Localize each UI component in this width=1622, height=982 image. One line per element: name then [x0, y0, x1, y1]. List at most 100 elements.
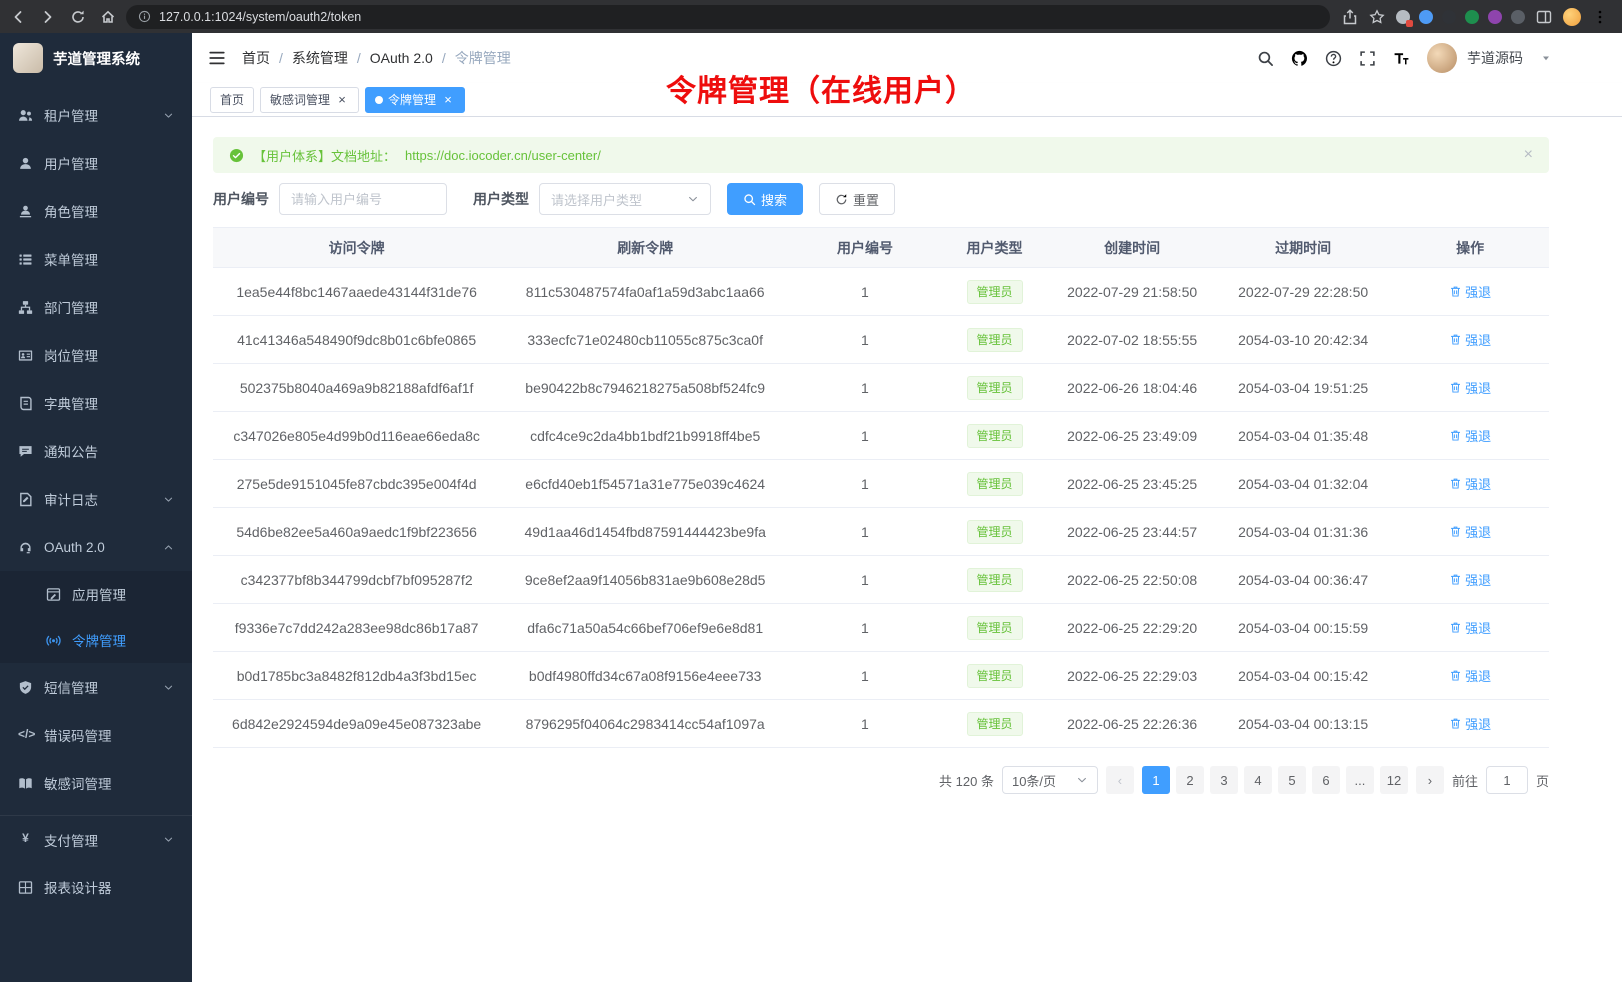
dict-icon	[18, 396, 33, 411]
user-id-input[interactable]	[279, 183, 447, 215]
user-avatar[interactable]	[1427, 43, 1457, 73]
create-time-cell: 2022-06-25 22:29:03	[1049, 652, 1215, 700]
chevron-down-icon	[163, 682, 174, 693]
sidebar-item-4[interactable]: 部门管理	[0, 283, 192, 331]
sidebar-item-7[interactable]: 通知公告	[0, 427, 192, 475]
alert-close-icon[interactable]: ×	[1524, 147, 1533, 163]
back-icon[interactable]	[10, 9, 26, 25]
sidebar-item-14[interactable]: 敏感词管理	[0, 759, 192, 807]
search-button[interactable]: 搜索	[727, 183, 803, 215]
sidebar-item-13[interactable]: </>错误码管理	[0, 711, 192, 759]
green-extension-icon[interactable]	[1465, 10, 1479, 24]
force-logout-button[interactable]: 强退	[1449, 282, 1491, 301]
browser-menu-icon[interactable]	[1592, 9, 1608, 25]
access-token-cell: 41c41346a548490f9dc8b01c6bfe0865	[213, 316, 500, 364]
sidebar-item-12[interactable]: 短信管理	[0, 663, 192, 711]
screenshot-extension-icon[interactable]	[1396, 10, 1410, 24]
tab-0[interactable]: 首页	[210, 87, 254, 113]
page-button-2[interactable]: 2	[1176, 766, 1204, 794]
sidebar-item-3[interactable]: 菜单管理	[0, 235, 192, 283]
chevron-down-icon[interactable]	[1540, 52, 1552, 64]
sidebar-item-6[interactable]: 字典管理	[0, 379, 192, 427]
browser-profile-avatar[interactable]	[1563, 8, 1581, 26]
create-time-cell: 2022-07-29 21:58:50	[1049, 268, 1215, 316]
sidebar-item-label: 菜单管理	[44, 249, 98, 269]
colorful-extension-icon[interactable]	[1488, 10, 1502, 24]
breadcrumb-item-1[interactable]: 系统管理	[292, 48, 348, 68]
more-pages-button[interactable]: ...	[1346, 766, 1374, 794]
page-button-4[interactable]: 4	[1244, 766, 1272, 794]
table-row: c342377bf8b344799dcbf7bf095287f29ce8ef2a…	[213, 556, 1549, 604]
force-logout-button[interactable]: 强退	[1449, 330, 1491, 349]
force-logout-button[interactable]: 强退	[1449, 570, 1491, 589]
tab-1[interactable]: 敏感词管理×	[260, 87, 359, 113]
force-logout-button[interactable]: 强退	[1449, 618, 1491, 637]
access-token-cell: f9336e7c7dd242a283ee98dc86b17a87	[213, 604, 500, 652]
breadcrumb-item-2[interactable]: OAuth 2.0	[370, 50, 433, 66]
force-logout-button[interactable]: 强退	[1449, 666, 1491, 685]
help-icon[interactable]	[1325, 50, 1342, 67]
breadcrumb-item-0[interactable]: 首页	[242, 48, 270, 68]
sidebar-item-0[interactable]: 租户管理	[0, 91, 192, 139]
page-button-12[interactable]: 12	[1380, 766, 1408, 794]
logo[interactable]: 芋道管理系统	[0, 33, 192, 83]
tab-2[interactable]: 令牌管理×	[365, 87, 465, 113]
page-size-select[interactable]: 10条/页	[1002, 766, 1098, 794]
force-logout-button[interactable]: 强退	[1449, 474, 1491, 493]
share-icon[interactable]	[1342, 9, 1358, 25]
force-logout-button[interactable]: 强退	[1449, 522, 1491, 541]
sidebar-toggle-icon[interactable]	[208, 49, 226, 67]
navbar: 首页/系统管理/OAuth 2.0/令牌管理 芋道源码	[192, 33, 1622, 83]
select-placeholder: 请选择用户类型	[551, 190, 642, 209]
address-bar[interactable]: 127.0.0.1:1024/system/oauth2/token	[126, 5, 1330, 29]
success-check-icon	[229, 148, 244, 163]
table-row: 54d6be82ee5a460a9aedc1f9bf22365649d1aa46…	[213, 508, 1549, 556]
search-icon[interactable]	[1257, 50, 1274, 67]
reload-icon[interactable]	[70, 9, 86, 25]
user-type-select[interactable]: 请选择用户类型	[539, 183, 711, 215]
tab-close-icon[interactable]: ×	[441, 93, 455, 106]
reset-button[interactable]: 重置	[819, 183, 895, 215]
fullscreen-icon[interactable]	[1359, 50, 1376, 67]
dark-extension-icon[interactable]	[1442, 10, 1456, 24]
sidebar-item-label: 报表设计器	[44, 877, 112, 897]
expire-time-cell: 2054-03-04 01:32:04	[1215, 460, 1391, 508]
page-button-6[interactable]: 6	[1312, 766, 1340, 794]
sidebar-item-8[interactable]: 审计日志	[0, 475, 192, 523]
split-view-icon[interactable]	[1536, 9, 1552, 25]
sidebar-item-9[interactable]: OAuth 2.0	[0, 523, 192, 571]
sidebar-item-16[interactable]: 报表设计器	[0, 863, 192, 911]
force-logout-button[interactable]: 强退	[1449, 378, 1491, 397]
forward-icon[interactable]	[40, 9, 56, 25]
menu-icon	[18, 252, 33, 267]
bookmark-star-icon[interactable]	[1369, 9, 1385, 25]
site-info-icon[interactable]	[138, 10, 151, 23]
gray-extension-icon[interactable]	[1511, 10, 1525, 24]
sidebar-item-label: 令牌管理	[72, 630, 126, 650]
url-text: 127.0.0.1:1024/system/oauth2/token	[159, 10, 361, 24]
page-button-5[interactable]: 5	[1278, 766, 1306, 794]
next-page-button[interactable]: ›	[1416, 766, 1444, 794]
sidebar-item-11[interactable]: 令牌管理	[0, 617, 192, 663]
user-name[interactable]: 芋道源码	[1467, 48, 1523, 68]
force-logout-button[interactable]: 强退	[1449, 714, 1491, 733]
sidebar-item-5[interactable]: 岗位管理	[0, 331, 192, 379]
prev-page-button[interactable]: ‹	[1106, 766, 1134, 794]
page-button-1[interactable]: 1	[1142, 766, 1170, 794]
sidebar-item-10[interactable]: 应用管理	[0, 571, 192, 617]
font-size-icon[interactable]	[1393, 50, 1410, 67]
alert-text: 【用户体系】文档地址：	[253, 146, 396, 165]
page-button-3[interactable]: 3	[1210, 766, 1238, 794]
github-icon[interactable]	[1291, 50, 1308, 67]
sidebar-item-15[interactable]: ¥支付管理	[0, 815, 192, 863]
blue-extension-icon[interactable]	[1419, 10, 1433, 24]
sidebar-item-1[interactable]: 用户管理	[0, 139, 192, 187]
refresh-token-cell: cdfc4ce9c2da4bb1bdf21b9918ff4be5	[500, 412, 790, 460]
tab-close-icon[interactable]: ×	[335, 93, 349, 106]
home-icon[interactable]	[100, 9, 116, 25]
create-time-cell: 2022-06-25 23:45:25	[1049, 460, 1215, 508]
sidebar-item-2[interactable]: 角色管理	[0, 187, 192, 235]
goto-page-input[interactable]	[1486, 766, 1528, 794]
force-logout-button[interactable]: 强退	[1449, 426, 1491, 445]
alert-link[interactable]: https://doc.iocoder.cn/user-center/	[405, 148, 601, 163]
